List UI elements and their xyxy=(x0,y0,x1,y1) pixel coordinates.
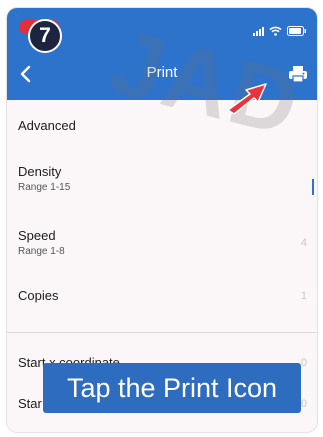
advanced-label: Advanced xyxy=(18,118,76,133)
start-y-label: Star xyxy=(18,396,42,411)
speed-range: Range 1-8 xyxy=(18,246,65,257)
density-row[interactable]: Density Range 1-15 xyxy=(7,160,317,224)
start-y-value[interactable]: 0 xyxy=(301,398,307,410)
advanced-header: Advanced xyxy=(7,100,317,160)
signal-icon xyxy=(253,26,264,36)
start-x-value[interactable]: 0 xyxy=(301,357,307,369)
text-cursor xyxy=(312,179,314,195)
speed-row[interactable]: Speed Range 1-8 4 xyxy=(7,224,317,288)
battery-icon xyxy=(287,26,307,36)
copies-label: Copies xyxy=(18,288,59,303)
copies-value[interactable]: 1 xyxy=(301,290,307,302)
density-range: Range 1-15 xyxy=(18,182,71,193)
navigation-row: Print xyxy=(7,56,317,92)
density-label: Density xyxy=(18,164,62,179)
status-icons xyxy=(253,25,307,37)
wifi-icon xyxy=(269,26,282,36)
step-badge: 7 xyxy=(28,19,62,53)
page-title: Print xyxy=(146,64,178,81)
copies-row[interactable]: Copies 1 xyxy=(7,288,317,332)
caption-banner: Tap the Print Icon xyxy=(43,363,301,413)
printer-icon[interactable] xyxy=(287,63,309,85)
speed-value[interactable]: 4 xyxy=(301,237,307,249)
speed-label: Speed xyxy=(18,228,56,243)
